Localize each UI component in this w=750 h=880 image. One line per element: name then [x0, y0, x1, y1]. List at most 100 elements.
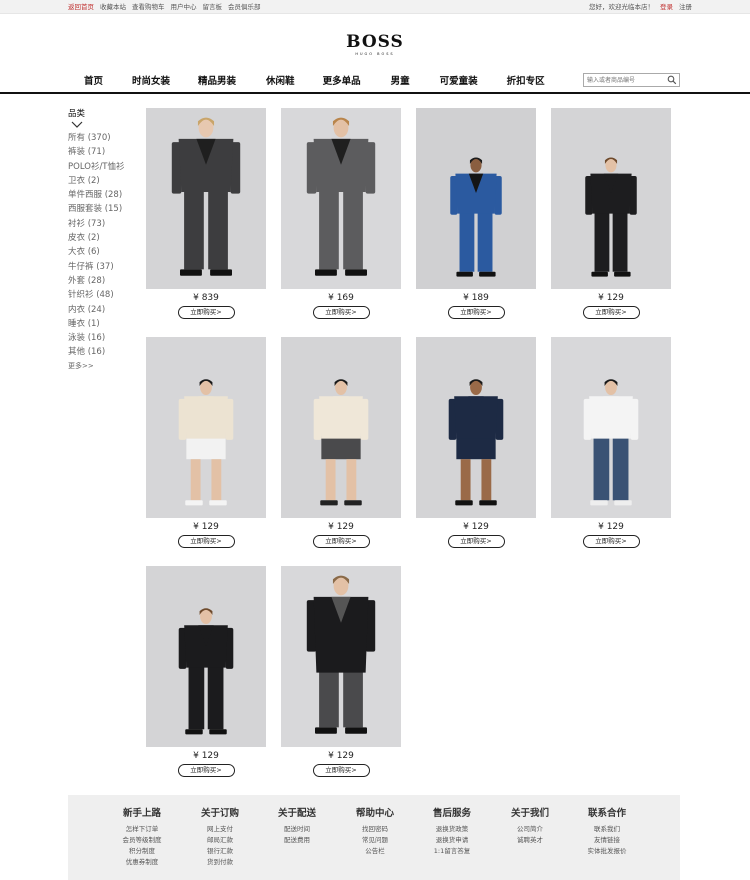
search-icon[interactable]: [667, 75, 677, 85]
nav-item-women[interactable]: 时尚女装: [132, 73, 170, 87]
category-item[interactable]: 针织衫 (48): [68, 288, 138, 302]
chevron-down-icon[interactable]: [71, 121, 83, 129]
product-image[interactable]: [281, 337, 401, 518]
nav-item-home[interactable]: 首页: [84, 73, 103, 87]
product-price: ¥ 129: [328, 522, 354, 532]
home-link[interactable]: 返回首页: [68, 2, 94, 12]
nav-item-more[interactable]: 更多单品: [323, 73, 361, 87]
footer-column: 新手上路 怎样下订单 会员等级制度 积分制度 优惠券制度: [107, 808, 177, 868]
buy-now-button[interactable]: 立即购买>: [312, 535, 370, 548]
buy-now-button[interactable]: 立即购买>: [447, 535, 505, 548]
product-price: ¥ 129: [463, 522, 489, 532]
nav-item-boys[interactable]: 男童: [391, 73, 410, 87]
category-item[interactable]: 西服套装 (15): [68, 202, 138, 216]
footer-link[interactable]: 退换货申请: [417, 835, 487, 846]
category-item[interactable]: 大衣 (6): [68, 245, 138, 259]
buy-now-button[interactable]: 立即购买>: [177, 306, 235, 319]
footer-link[interactable]: 常见问题: [340, 835, 410, 846]
footer-link[interactable]: 配送时间: [262, 824, 332, 835]
footer-link[interactable]: 积分制度: [107, 846, 177, 857]
footer-link[interactable]: 网上支付: [185, 824, 255, 835]
category-item[interactable]: 泳装 (16): [68, 331, 138, 345]
product-image[interactable]: [146, 108, 266, 289]
footer-link[interactable]: 配送费用: [262, 835, 332, 846]
product-image[interactable]: [551, 337, 671, 518]
product-card: ¥ 169 立即购买>: [281, 108, 401, 319]
product-price: ¥ 129: [598, 293, 624, 303]
category-title: 品类: [68, 109, 86, 119]
top-links: 返回首页 收藏本站 查看购物车 用户中心 留言板 会员俱乐部: [68, 2, 261, 12]
search-box: [583, 73, 680, 87]
footer-link[interactable]: 怎样下订单: [107, 824, 177, 835]
cart-link[interactable]: 查看购物车: [132, 2, 165, 12]
product-price: ¥ 169: [328, 293, 354, 303]
nav-item-discount[interactable]: 折扣专区: [507, 73, 545, 87]
footer-link[interactable]: 银行汇款: [185, 846, 255, 857]
footer-link[interactable]: 诚聘英才: [495, 835, 565, 846]
footer-link[interactable]: 公告栏: [340, 846, 410, 857]
category-item[interactable]: 牛仔裤 (37): [68, 260, 138, 274]
product-price: ¥ 129: [193, 522, 219, 532]
register-link[interactable]: 注册: [679, 2, 692, 12]
product-image[interactable]: [281, 108, 401, 289]
category-item[interactable]: 外套 (28): [68, 274, 138, 288]
nav-item-shoes[interactable]: 休闲鞋: [266, 73, 295, 87]
product-image[interactable]: [416, 337, 536, 518]
footer-heading: 帮助中心: [355, 808, 394, 819]
footer-link[interactable]: 优惠券制度: [107, 857, 177, 868]
product-card: ¥ 129 立即购买>: [281, 566, 401, 777]
category-item[interactable]: 皮衣 (2): [68, 231, 138, 245]
product-image[interactable]: [551, 108, 671, 289]
category-list: 所有 (370) 裤装 (71) POLO衫/T恤衫 卫衣 (2) 单件西服 (28) 西…: [68, 131, 138, 360]
footer-link[interactable]: 货到付款: [185, 857, 255, 868]
product-card: ¥ 129 立即购买>: [146, 566, 266, 777]
footer-link[interactable]: 公司简介: [495, 824, 565, 835]
product-image[interactable]: [146, 337, 266, 518]
welcome-text: 您好，欢迎光临本店！: [589, 3, 654, 11]
product-image[interactable]: [281, 566, 401, 747]
user-center-link[interactable]: 用户中心: [171, 2, 197, 12]
footer: 新手上路 怎样下订单 会员等级制度 积分制度 优惠券制度 关于订购网上支付 邮局汇款 银行汇款…: [68, 795, 680, 880]
buy-now-button[interactable]: 立即购买>: [312, 764, 370, 777]
category-item[interactable]: 所有 (370): [68, 131, 138, 145]
top-bar: 返回首页 收藏本站 查看购物车 用户中心 留言板 会员俱乐部 您好，欢迎光临本店…: [0, 0, 750, 14]
buy-now-button[interactable]: 立即购买>: [582, 535, 640, 548]
category-item[interactable]: 内衣 (24): [68, 303, 138, 317]
nav-item-kids[interactable]: 可爱童装: [440, 73, 478, 87]
footer-link[interactable]: 会员等级制度: [107, 835, 177, 846]
footer-heading: 关于订购: [200, 808, 239, 819]
footer-link[interactable]: 友情链接: [572, 835, 642, 846]
category-item[interactable]: POLO衫/T恤衫: [68, 160, 138, 174]
buy-now-button[interactable]: 立即购买>: [582, 306, 640, 319]
product-image[interactable]: [416, 108, 536, 289]
category-item[interactable]: 单件西服 (28): [68, 188, 138, 202]
product-card: ¥ 189 立即购买>: [416, 108, 536, 319]
category-item[interactable]: 睡衣 (1): [68, 317, 138, 331]
message-board-link[interactable]: 留言板: [203, 2, 223, 12]
category-item[interactable]: 其他 (16): [68, 345, 138, 359]
logo-sub: HUGO BOSS: [355, 52, 395, 56]
category-item[interactable]: 裤装 (71): [68, 145, 138, 159]
category-item[interactable]: 衬衫 (73): [68, 217, 138, 231]
footer-link[interactable]: 找回密码: [340, 824, 410, 835]
footer-heading: 关于配送: [277, 808, 316, 819]
footer-link[interactable]: 联系我们: [572, 824, 642, 835]
buy-now-button[interactable]: 立即购买>: [177, 535, 235, 548]
buy-now-button[interactable]: 立即购买>: [177, 764, 235, 777]
category-item[interactable]: 卫衣 (2): [68, 174, 138, 188]
bookmark-link[interactable]: 收藏本站: [100, 2, 126, 12]
search-input[interactable]: [584, 74, 664, 86]
footer-link[interactable]: 退换货政策: [417, 824, 487, 835]
footer-link[interactable]: 1:1留言答复: [417, 846, 487, 857]
member-club-link[interactable]: 会员俱乐部: [228, 2, 261, 12]
footer-link[interactable]: 邮局汇款: [185, 835, 255, 846]
product-card: ¥ 129 立即购买>: [551, 337, 671, 548]
footer-link[interactable]: 实体批发报价: [572, 846, 642, 857]
more-categories-link[interactable]: 更多>>: [68, 360, 138, 372]
buy-now-button[interactable]: 立即购买>: [447, 306, 505, 319]
nav-item-men[interactable]: 精品男装: [198, 73, 236, 87]
product-image[interactable]: [146, 566, 266, 747]
buy-now-button[interactable]: 立即购买>: [312, 306, 370, 319]
logo[interactable]: BOSS HUGO BOSS: [0, 34, 750, 57]
login-link[interactable]: 登录: [660, 2, 673, 12]
